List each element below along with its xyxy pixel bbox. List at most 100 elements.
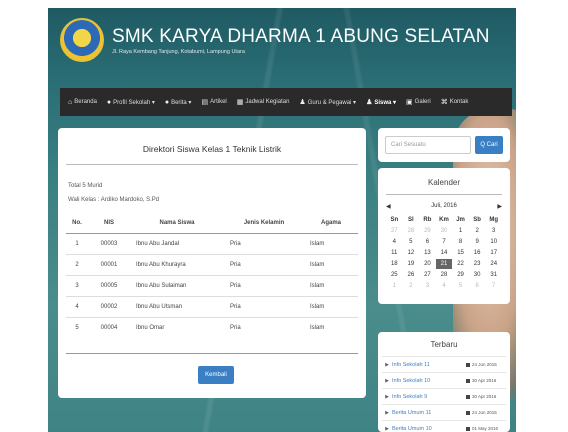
calendar-day[interactable]: 1: [452, 226, 469, 236]
directory-title: Direktori Siswa Kelas 1 Teknik Listrik: [142, 144, 282, 154]
calendar-day[interactable]: 21: [435, 259, 453, 269]
list-item[interactable]: ▶ Info Sekolah 10 30 Apr 2016: [382, 372, 506, 388]
list-item[interactable]: ▶ Info Sekolah 9 30 Apr 2016: [382, 388, 506, 404]
back-button[interactable]: Kembali: [198, 366, 234, 384]
nav-item-5[interactable]: ♟ Guru & Pegawai ▾: [299, 98, 356, 106]
nav-item-label: Beranda: [74, 99, 97, 105]
table-cell: Pria: [224, 316, 304, 338]
calendar-day[interactable]: 23: [469, 259, 486, 269]
school-logo-icon: [60, 18, 104, 62]
calendar-day[interactable]: 30: [436, 226, 453, 236]
calendar-prev-icon[interactable]: ◀: [386, 203, 391, 210]
calendar-day[interactable]: 9: [469, 237, 486, 247]
calendar-day[interactable]: 1: [386, 281, 403, 291]
site-brand[interactable]: SMK KARYA DHARMA 1 ABUNG SELATAN Jl. Ray…: [60, 18, 490, 62]
date-text: 30 Apr 2016: [472, 378, 497, 383]
list-item[interactable]: ▶ Berita Umum 10 01 May 2016: [382, 420, 506, 432]
latest-item-link[interactable]: Info Sekolah 10: [392, 378, 466, 384]
calendar-day[interactable]: 7: [485, 281, 502, 291]
divider: [386, 194, 502, 195]
nav-item-1[interactable]: ● Profil Sekolah ▾: [107, 99, 155, 106]
chevron-right-icon: ▶: [385, 393, 389, 400]
list-item[interactable]: ▶ Info Sekolah 11 24 Jun 2016: [382, 356, 506, 372]
calendar-day[interactable]: 19: [403, 259, 420, 269]
nav-item-4[interactable]: ▦ Jadwal Kegiatan: [237, 98, 290, 106]
calendar-day[interactable]: 15: [452, 248, 469, 258]
calendar-day[interactable]: 28: [403, 226, 420, 236]
calendar-day[interactable]: 3: [419, 281, 436, 291]
calendar-day[interactable]: 25: [386, 270, 403, 280]
calendar-day[interactable]: 8: [452, 237, 469, 247]
calendar-grid: Sn Sl Rb Km Jm Sb Mg 27 28 29 30 1 2 3 4 5 6 7 8 9 10 11 12 13 1…: [386, 215, 502, 291]
table-cell: Ibnu Abu Khurayra: [130, 253, 224, 275]
info-icon: ●: [106, 98, 112, 106]
date-text: 24 Jun 2016: [472, 410, 497, 415]
calendar-day[interactable]: 12: [403, 248, 420, 258]
table-cell: Islam: [304, 253, 358, 275]
calendar-day[interactable]: 4: [386, 237, 403, 247]
calendar-day[interactable]: 3: [485, 226, 502, 236]
table-cell: 00002: [88, 295, 130, 317]
calendar-day[interactable]: 6: [469, 281, 486, 291]
calendar-day[interactable]: 2: [403, 281, 420, 291]
calendar-day[interactable]: 4: [436, 281, 453, 291]
calendar-panel: Kalender ◀ Juli, 2016 ▶ Sn Sl Rb Km Jm Sb Mg 27…: [378, 168, 510, 304]
calendar-day[interactable]: 13: [419, 248, 436, 258]
nav-item-0[interactable]: ⌂ Beranda: [68, 99, 97, 106]
calendar-day[interactable]: 17: [485, 248, 502, 258]
divider: [66, 164, 358, 165]
nav-item-label: Kontak: [449, 99, 469, 105]
main-navbar: ⌂ Beranda ● Profil Sekolah ▾ ● Berita ▾ ▤ Artik…: [60, 88, 512, 116]
search-button[interactable]: Q Cari: [475, 136, 503, 154]
calendar-day[interactable]: 24: [485, 259, 502, 269]
calendar-day[interactable]: 7: [436, 237, 453, 247]
table-cell: Islam: [304, 316, 358, 338]
nav-item-2[interactable]: ● Berita ▾: [165, 99, 192, 106]
calendar-day[interactable]: 27: [386, 226, 403, 236]
calendar-day[interactable]: 29: [419, 226, 436, 236]
info-icon: ●: [164, 98, 170, 106]
list-item[interactable]: ▶ Berita Umum 11 24 Jun 2016: [382, 404, 506, 420]
latest-item-link[interactable]: Berita Umum 10: [392, 426, 466, 432]
latest-item-link[interactable]: Berita Umum 11: [392, 410, 466, 416]
table-row: 2 00001 Ibnu Abu Khurayra Pria Islam: [66, 253, 358, 275]
table-cell: 00003: [88, 232, 130, 254]
nav-item-3[interactable]: ▤ Artikel: [201, 98, 226, 106]
calendar-next-icon[interactable]: ▶: [497, 203, 502, 210]
calendar-day[interactable]: 14: [436, 248, 453, 258]
calendar-day[interactable]: 16: [469, 248, 486, 258]
calendar-day[interactable]: 11: [386, 248, 403, 258]
calendar-day[interactable]: 26: [403, 270, 420, 280]
calendar-day[interactable]: 5: [452, 281, 469, 291]
contact-icon: ⌘: [440, 99, 448, 106]
homeroom-teacher: Wali Kelas : Ardiko Mardoko, S.Pd: [68, 197, 160, 203]
calendar-day[interactable]: 18: [386, 259, 403, 269]
calendar-day[interactable]: 10: [485, 237, 502, 247]
calendar-day[interactable]: 27: [419, 270, 436, 280]
nav-item-label: Guru & Pegawai ▾: [307, 99, 357, 106]
chevron-right-icon: ▶: [385, 409, 389, 416]
table-header-row: No. NIS Nama Siswa Jenis Kelamin Agama: [66, 213, 358, 234]
table-cell: Ibnu Abu Jandal: [130, 232, 224, 254]
calendar-day[interactable]: 28: [436, 270, 453, 280]
calendar-day[interactable]: 29: [452, 270, 469, 280]
calendar-day[interactable]: 2: [469, 226, 486, 236]
latest-item-link[interactable]: Info Sekolah 9: [392, 394, 466, 400]
nav-item-6[interactable]: ♟ Siswa ▾: [366, 98, 396, 106]
calendar-day[interactable]: 22: [452, 259, 469, 269]
latest-item-date: 24 Jun 2016: [466, 410, 506, 415]
calendar-day[interactable]: 6: [419, 237, 436, 247]
nav-item-7[interactable]: ▣ Galeri: [406, 98, 431, 106]
calendar-icon: [466, 362, 470, 367]
calendar-day[interactable]: 5: [403, 237, 420, 247]
table-cell: 5: [66, 316, 88, 338]
calendar-month[interactable]: Juli, 2016: [431, 203, 457, 210]
search-input[interactable]: Cari Sesuatu: [385, 136, 471, 154]
table-cell: Ibnu Abu Sulaiman: [130, 274, 224, 296]
calendar-day[interactable]: 31: [485, 270, 502, 280]
calendar-day[interactable]: 20: [419, 259, 436, 269]
user-icon: ♟: [366, 99, 373, 106]
latest-item-link[interactable]: Info Sekolah 11: [392, 362, 466, 368]
nav-item-8[interactable]: ⌘ Kontak: [441, 98, 469, 106]
calendar-day[interactable]: 30: [469, 270, 486, 280]
